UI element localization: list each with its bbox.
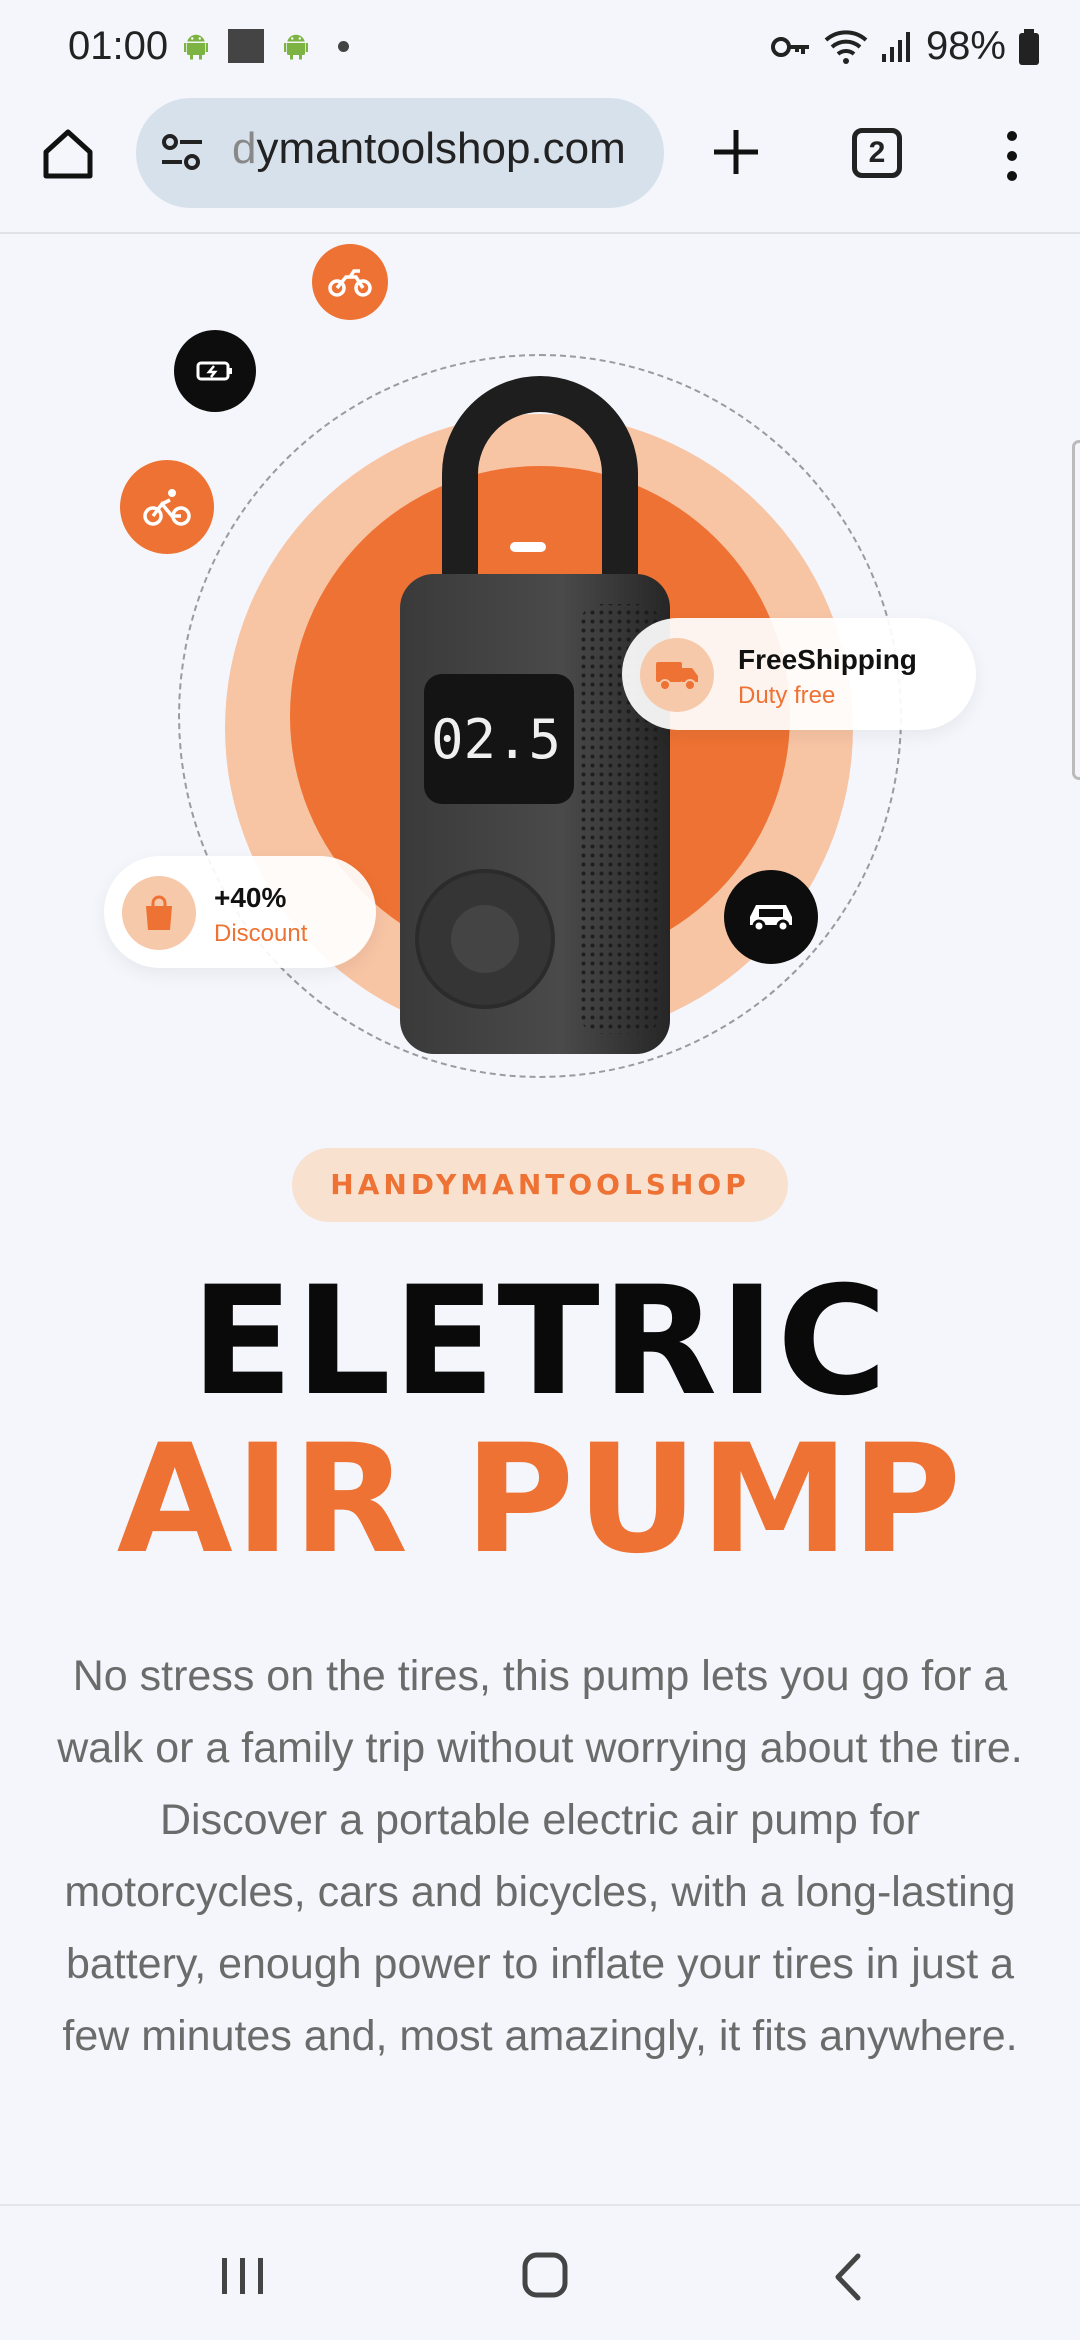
system-navigation-bar bbox=[0, 2204, 1080, 2340]
android-icon bbox=[284, 34, 308, 60]
site-settings-icon[interactable] bbox=[158, 128, 206, 176]
more-notifications-dot bbox=[338, 40, 349, 52]
app-square-icon bbox=[228, 29, 264, 63]
shopping-bag-icon bbox=[146, 895, 172, 930]
discount-icon-circle bbox=[122, 876, 196, 950]
bicycle-badge bbox=[120, 460, 214, 554]
free-shipping-badge: FreeShipping Duty free bbox=[622, 618, 976, 730]
battery-icon bbox=[196, 361, 232, 381]
recent-apps-icon[interactable] bbox=[220, 2254, 266, 2298]
pump-display-reading: 02.5 bbox=[431, 708, 561, 771]
tab-switcher-button[interactable]: 2 bbox=[852, 128, 902, 178]
address-bar[interactable]: dymantoolshop.com bbox=[136, 98, 664, 208]
url-text[interactable]: dymantoolshop.com bbox=[232, 124, 652, 174]
back-icon[interactable] bbox=[830, 2252, 864, 2302]
motorcycle-icon bbox=[328, 269, 372, 297]
wifi-icon bbox=[824, 29, 868, 64]
browser-toolbar: dymantoolshop.com 2 bbox=[0, 96, 1080, 234]
android-icon bbox=[184, 34, 208, 60]
home-icon[interactable] bbox=[40, 126, 96, 182]
car-badge bbox=[724, 870, 818, 964]
new-tab-icon[interactable] bbox=[708, 124, 764, 180]
hero-illustration: 02.5 FreeShipping Duty free +40% Discoun… bbox=[0, 236, 1080, 1096]
motorcycle-badge bbox=[312, 244, 388, 320]
discount-subtitle: Discount bbox=[214, 920, 308, 947]
shipping-title: FreeShipping bbox=[738, 644, 917, 675]
bicycle-icon bbox=[143, 489, 191, 526]
vpn-key-icon bbox=[770, 36, 809, 57]
product-description: No stress on the tires, this pump lets y… bbox=[57, 1652, 1023, 2060]
scroll-handle[interactable] bbox=[1072, 440, 1080, 780]
discount-badge: +40% Discount bbox=[104, 856, 376, 968]
notification-icons bbox=[178, 28, 349, 64]
truck-icon bbox=[656, 662, 698, 691]
system-icons: 98% bbox=[770, 24, 1040, 69]
battery-badge bbox=[174, 330, 256, 412]
home-nav-icon[interactable] bbox=[522, 2250, 568, 2300]
battery-percentage: 98% bbox=[925, 24, 1006, 68]
battery-icon bbox=[1019, 28, 1039, 65]
car-icon bbox=[750, 905, 792, 933]
brand-tag: HANDYMANTOOLSHOP bbox=[292, 1148, 788, 1222]
status-bar: 01:00 98% bbox=[0, 0, 1080, 96]
shipping-icon-circle bbox=[640, 638, 714, 712]
discount-title: +40% bbox=[214, 882, 287, 913]
shipping-subtitle: Duty free bbox=[738, 682, 836, 709]
more-options-icon[interactable] bbox=[1000, 126, 1024, 186]
product-title-line1: ELETRIC bbox=[190, 1255, 890, 1429]
signal-icon bbox=[881, 31, 910, 62]
product-title-line2: AIR PUMP bbox=[116, 1413, 964, 1587]
status-time: 01:00 bbox=[68, 24, 169, 68]
